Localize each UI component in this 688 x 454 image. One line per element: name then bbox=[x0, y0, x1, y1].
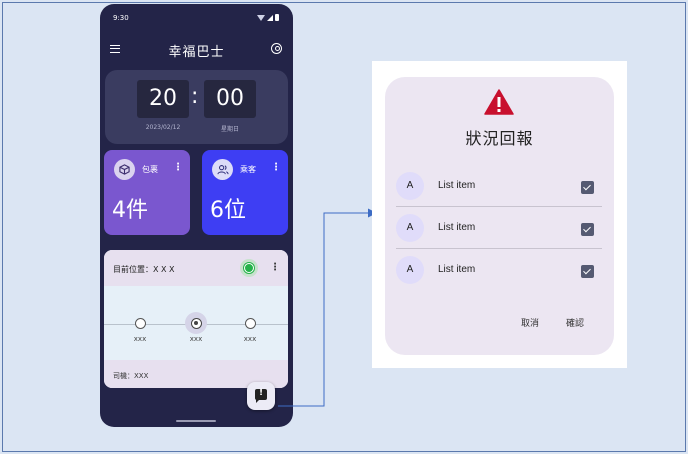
checkbox-checked-icon[interactable] bbox=[581, 265, 594, 278]
list-item[interactable]: A List item bbox=[396, 249, 602, 291]
list-item-label: List item bbox=[438, 222, 476, 233]
dialog-panel: 狀況回報 A List item A List item A List item… bbox=[372, 61, 627, 368]
list-avatar: A bbox=[396, 214, 424, 242]
list-avatar: A bbox=[396, 256, 424, 284]
checkbox-checked-icon[interactable] bbox=[581, 223, 594, 236]
list-item[interactable]: A List item bbox=[396, 207, 602, 249]
confirm-button[interactable]: 確認 bbox=[566, 316, 584, 329]
list-avatar: A bbox=[396, 172, 424, 200]
dialog-title: 狀況回報 bbox=[465, 129, 534, 148]
checkbox-checked-icon[interactable] bbox=[581, 181, 594, 194]
list-item-label: List item bbox=[438, 264, 476, 275]
cancel-button[interactable]: 取消 bbox=[521, 316, 539, 329]
list-item[interactable]: A List item bbox=[396, 165, 602, 207]
warning-icon bbox=[484, 89, 514, 115]
status-report-dialog: 狀況回報 A List item A List item A List item… bbox=[385, 77, 614, 355]
list-item-label: List item bbox=[438, 180, 476, 191]
